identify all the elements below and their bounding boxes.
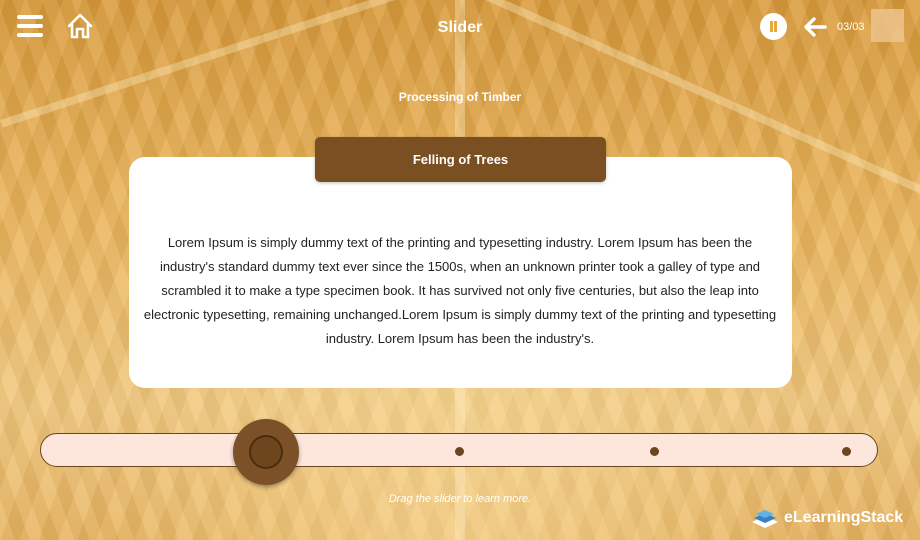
pause-button[interactable] [760, 13, 787, 40]
page-counter: 03/03 [837, 21, 865, 33]
slider-stop[interactable] [455, 447, 464, 456]
book-stack-icon [752, 510, 778, 528]
slider-handle[interactable] [233, 419, 299, 485]
pause-icon [774, 21, 777, 32]
card-title: Felling of Trees [315, 137, 606, 182]
card-text: Lorem Ipsum is simply dummy text of the … [143, 235, 777, 346]
slider-stop[interactable] [842, 447, 851, 456]
slider-stop[interactable] [650, 447, 659, 456]
brand-name: eLearningStack [784, 509, 904, 526]
top-bar: Slider 03/03 [0, 0, 920, 54]
pause-icon [770, 21, 773, 32]
arrow-left-icon[interactable] [803, 16, 827, 38]
slider-hint: Drag the slider to learn more. [388, 493, 532, 505]
corner-panel [871, 9, 904, 42]
brand-logo: eLearningStack [750, 506, 910, 532]
section-subtitle: Processing of Timber [398, 90, 522, 104]
